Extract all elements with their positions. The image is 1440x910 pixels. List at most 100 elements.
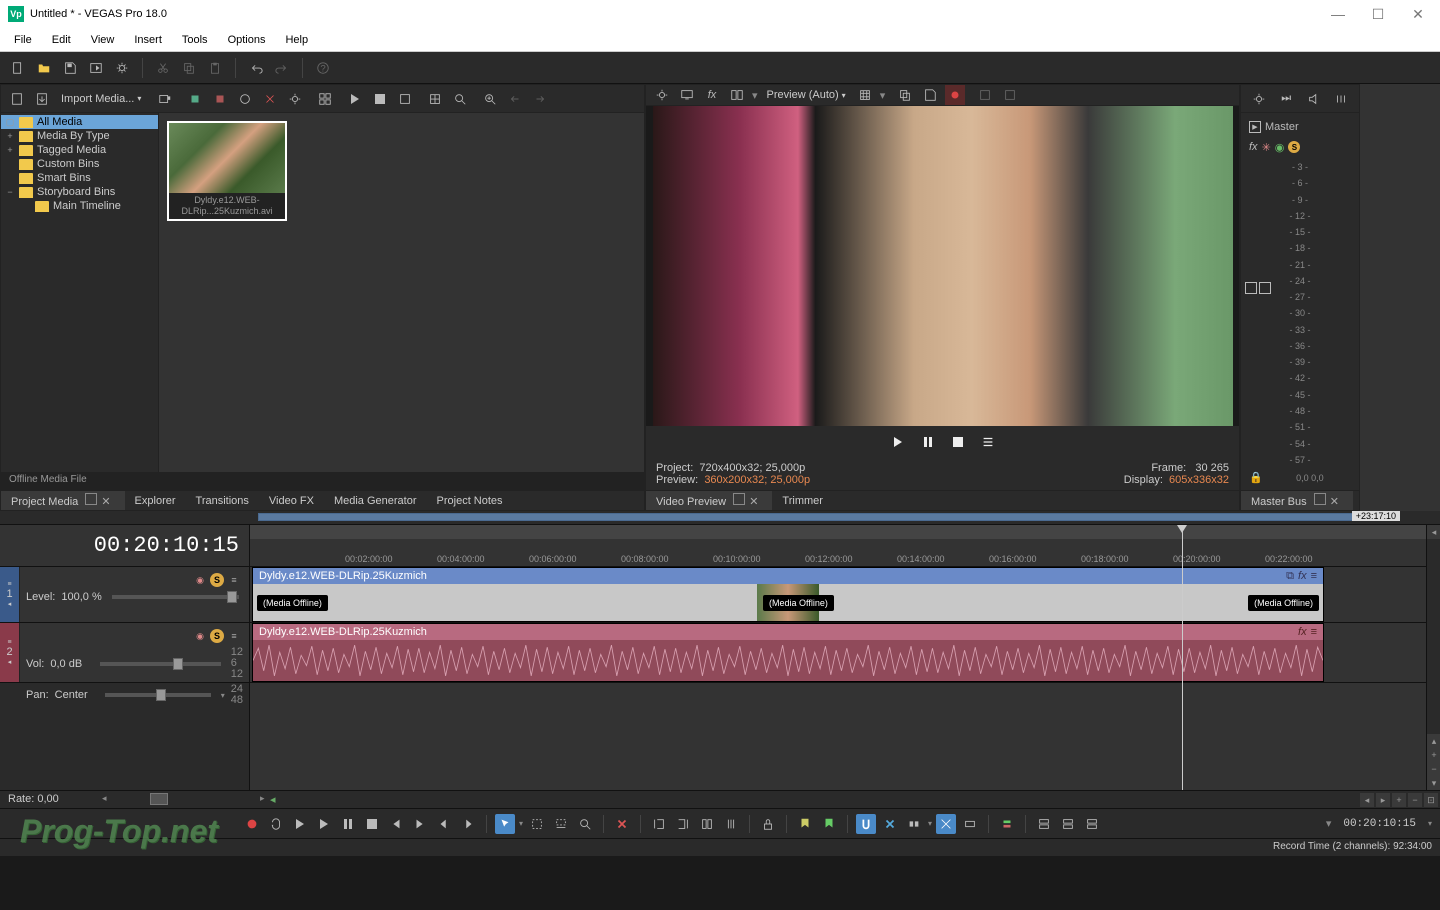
menu-edit[interactable]: Edit: [42, 32, 81, 48]
marker-button[interactable]: [795, 814, 815, 834]
timeline-h-scrollbar[interactable]: ◂ ▸ ◂: [100, 791, 1358, 808]
preview-fx-icon[interactable]: fx: [702, 85, 722, 105]
tree-item-tagged-media[interactable]: +Tagged Media: [1, 143, 158, 157]
tab-transitions[interactable]: Transitions: [186, 493, 259, 509]
clip-fx-icon[interactable]: fx: [1298, 626, 1307, 638]
preview-record-icon[interactable]: [945, 85, 965, 105]
pm-autoplay-icon[interactable]: [395, 89, 415, 109]
media-tree[interactable]: ▢All Media+Media By Type+Tagged MediaCus…: [1, 113, 159, 472]
tab-master-bus[interactable]: Master Bus ✕: [1241, 491, 1353, 510]
preview-save-icon[interactable]: [920, 85, 940, 105]
track2-solo-icon[interactable]: S: [210, 629, 224, 643]
import-media-dropdown[interactable]: Import Media...: [57, 93, 145, 105]
copy-icon[interactable]: [179, 58, 199, 78]
pm-home-icon[interactable]: [7, 89, 27, 109]
record-button[interactable]: [242, 814, 262, 834]
tab-trimmer[interactable]: Trimmer: [772, 493, 833, 509]
expand-icon[interactable]: −: [5, 187, 15, 197]
track1-solo-icon[interactable]: S: [210, 573, 224, 587]
track2-pan-slider[interactable]: [105, 693, 211, 697]
tab-close-icon[interactable]: ✕: [745, 496, 762, 508]
timeline-ruler[interactable]: 00:02:00:0000:04:00:0000:06:00:0000:08:0…: [250, 525, 1426, 567]
menu-view[interactable]: View: [81, 32, 125, 48]
split-lines-button[interactable]: [721, 814, 741, 834]
master-down-icon[interactable]: ⏭: [1277, 89, 1297, 109]
render-icon[interactable]: [86, 58, 106, 78]
tree-item-storyboard-bins[interactable]: −Storyboard Bins: [1, 185, 158, 199]
transport-stop-icon[interactable]: [948, 432, 968, 452]
playhead[interactable]: [1182, 525, 1183, 790]
master-solo-icon[interactable]: S: [1288, 141, 1300, 153]
track2-menu-icon[interactable]: ≡: [227, 629, 241, 643]
zoom-in-icon[interactable]: +: [1427, 748, 1440, 762]
clip-pan-icon[interactable]: ⧉: [1286, 570, 1294, 583]
tab-explorer[interactable]: Explorer: [125, 493, 186, 509]
pm-play-icon[interactable]: [345, 89, 365, 109]
timeline-tracks-area[interactable]: 00:02:00:0000:04:00:0000:06:00:0000:08:0…: [250, 525, 1426, 790]
autosnap-button[interactable]: [880, 814, 900, 834]
tab-close-icon[interactable]: ✕: [97, 496, 114, 508]
tree-item-main-timeline[interactable]: Main Timeline: [1, 199, 158, 213]
tree-item-media-by-type[interactable]: +Media By Type: [1, 129, 158, 143]
shuttle-handle[interactable]: [150, 793, 168, 805]
transport-menu-icon[interactable]: [978, 432, 998, 452]
tracks-group3-button[interactable]: [1082, 814, 1102, 834]
video-clip[interactable]: Dyldy.e12.WEB-DLRip.25Kuzmich ⧉ fx ≡ (Me…: [252, 567, 1324, 622]
track1-bypass-icon[interactable]: ◉: [193, 573, 207, 587]
clip-menu-icon[interactable]: ≡: [1311, 570, 1317, 583]
go-start-button[interactable]: [386, 814, 406, 834]
timeline-scroll-top[interactable]: +23:17:10: [0, 511, 1440, 525]
pm-import-icon[interactable]: [32, 89, 52, 109]
zoom-tool[interactable]: [575, 814, 595, 834]
stop-button[interactable]: [362, 814, 382, 834]
pm-fx-icon[interactable]: [235, 89, 255, 109]
track2-bypass-icon[interactable]: ◉: [193, 629, 207, 643]
region-button[interactable]: [819, 814, 839, 834]
preview-overlay1-icon[interactable]: [975, 85, 995, 105]
tab-project-media[interactable]: Project Media ✕: [1, 491, 125, 510]
preview-split-icon[interactable]: [727, 85, 747, 105]
tree-item-custom-bins[interactable]: Custom Bins: [1, 157, 158, 171]
auto-ripple-button[interactable]: [904, 814, 924, 834]
transport-pause-icon[interactable]: [918, 432, 938, 452]
minimize-button[interactable]: —: [1328, 6, 1348, 23]
hzoom-fit-icon[interactable]: ⊡: [1424, 793, 1438, 807]
menu-insert[interactable]: Insert: [124, 32, 172, 48]
track1-menu-icon[interactable]: ≡: [227, 573, 241, 587]
preview-copy-icon[interactable]: [895, 85, 915, 105]
master-gear-icon[interactable]: [1249, 89, 1269, 109]
trim-end-button[interactable]: [673, 814, 693, 834]
pause-button[interactable]: [338, 814, 358, 834]
track-number-1[interactable]: ≡1◂: [0, 567, 20, 622]
output-icon[interactable]: ▶: [1249, 121, 1261, 133]
auto-crossfade-button[interactable]: [936, 814, 956, 834]
tab-media-generator[interactable]: Media Generator: [324, 493, 427, 509]
pm-redo-icon[interactable]: [530, 89, 550, 109]
video-track-lane[interactable]: Dyldy.e12.WEB-DLRip.25Kuzmich ⧉ fx ≡ (Me…: [250, 567, 1426, 623]
next-frame-button[interactable]: [458, 814, 478, 834]
lock-button[interactable]: [758, 814, 778, 834]
loop-button[interactable]: [266, 814, 286, 834]
pm-zoom-icon[interactable]: [480, 89, 500, 109]
ignore-event-button[interactable]: [960, 814, 980, 834]
close-button[interactable]: ✕: [1408, 6, 1428, 23]
tree-item-all-media[interactable]: ▢All Media: [1, 115, 158, 129]
pm-gear-icon[interactable]: [285, 89, 305, 109]
mark-in-icon[interactable]: ▾: [1326, 817, 1332, 830]
maximize-button[interactable]: ☐: [1368, 6, 1388, 23]
lock-icon[interactable]: 🔒: [1249, 471, 1263, 484]
scroll-left-icon[interactable]: ◂: [1427, 525, 1440, 539]
hzoom-in-icon[interactable]: +: [1392, 793, 1406, 807]
paste-icon[interactable]: [205, 58, 225, 78]
selection-tool[interactable]: [527, 814, 547, 834]
pm-stop-icon[interactable]: [370, 89, 390, 109]
help-icon[interactable]: ?: [313, 58, 333, 78]
tracks-group2-button[interactable]: [1058, 814, 1078, 834]
master-dim-icon[interactable]: [1332, 89, 1352, 109]
properties-icon[interactable]: [112, 58, 132, 78]
expand-icon[interactable]: ▢: [5, 117, 15, 128]
play-button[interactable]: [314, 814, 334, 834]
tracks-group1-button[interactable]: [1034, 814, 1054, 834]
split-button[interactable]: [697, 814, 717, 834]
media-thumb[interactable]: Dyldy.e12.WEB-DLRip...25Kuzmich.avi: [167, 121, 287, 221]
